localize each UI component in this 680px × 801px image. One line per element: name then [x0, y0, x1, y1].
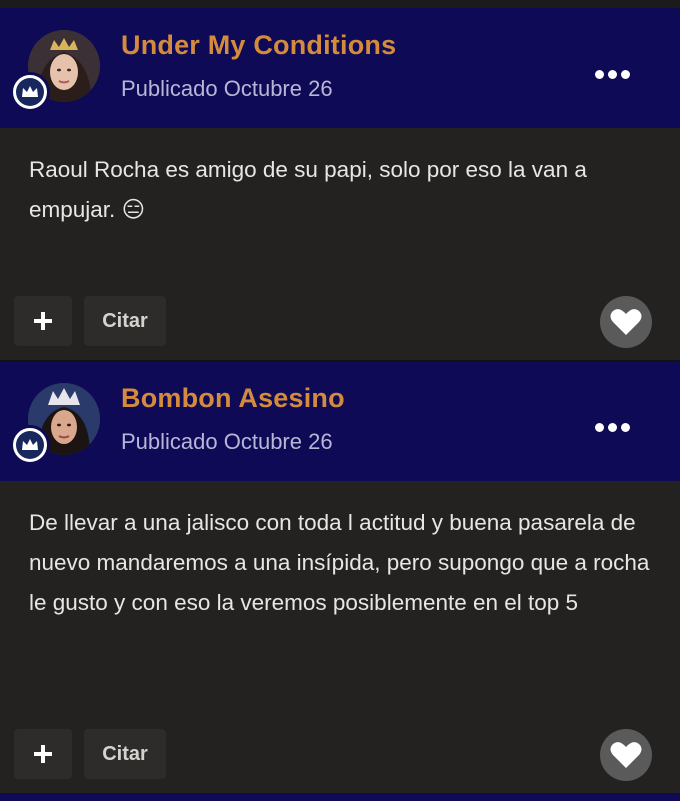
post-body: De llevar a una jalisco con toda l actit… [0, 481, 680, 793]
dot-icon [594, 69, 604, 79]
dot-icon [620, 422, 630, 432]
post-header: Bombon Asesino Publicado Octubre 26 [0, 361, 680, 481]
like-button[interactable] [600, 729, 652, 781]
author-name[interactable]: Bombon Asesino [121, 383, 345, 414]
post-body: Raoul Rocha es amigo de su papi, solo po… [0, 128, 680, 360]
expressionless-emoji-icon: 😑 [121, 197, 146, 222]
post-header: Under My Conditions Publicado Octubre 26 [0, 8, 680, 128]
plus-icon [34, 745, 52, 763]
author-name[interactable]: Under My Conditions [121, 30, 396, 61]
more-options-button[interactable] [588, 62, 636, 86]
top-strip [0, 0, 680, 8]
post-date: Publicado Octubre 26 [121, 429, 333, 454]
post-text: De llevar a una jalisco con toda l actit… [29, 510, 650, 615]
post-text-content: Raoul Rocha es amigo de su papi, solo po… [29, 157, 587, 222]
dot-icon [620, 69, 630, 79]
author-avatar-group[interactable] [10, 383, 102, 471]
quote-button[interactable]: Citar [84, 729, 166, 779]
dot-icon [607, 69, 617, 79]
dot-icon [607, 422, 617, 432]
more-options-button[interactable] [588, 415, 636, 439]
dot-icon [594, 422, 604, 432]
like-button[interactable] [600, 296, 652, 348]
add-reaction-button[interactable] [14, 729, 72, 779]
post-actions: Citar [14, 296, 680, 348]
post-card: Bombon Asesino Publicado Octubre 26 De l… [0, 361, 680, 793]
add-reaction-button[interactable] [14, 296, 72, 346]
post-date: Publicado Octubre 26 [121, 76, 333, 101]
member-rank-badge [10, 425, 50, 465]
post-actions: Citar [14, 729, 680, 781]
heart-icon [610, 309, 642, 335]
post-card: Under My Conditions Publicado Octubre 26… [0, 8, 680, 360]
post-text: Raoul Rocha es amigo de su papi, solo po… [0, 128, 680, 230]
heart-icon [610, 742, 642, 768]
crown-icon [22, 439, 38, 450]
author-avatar-group[interactable] [10, 30, 102, 118]
crown-icon [22, 86, 38, 97]
quote-button[interactable]: Citar [84, 296, 166, 346]
member-rank-badge [10, 72, 50, 112]
plus-icon [34, 312, 52, 330]
